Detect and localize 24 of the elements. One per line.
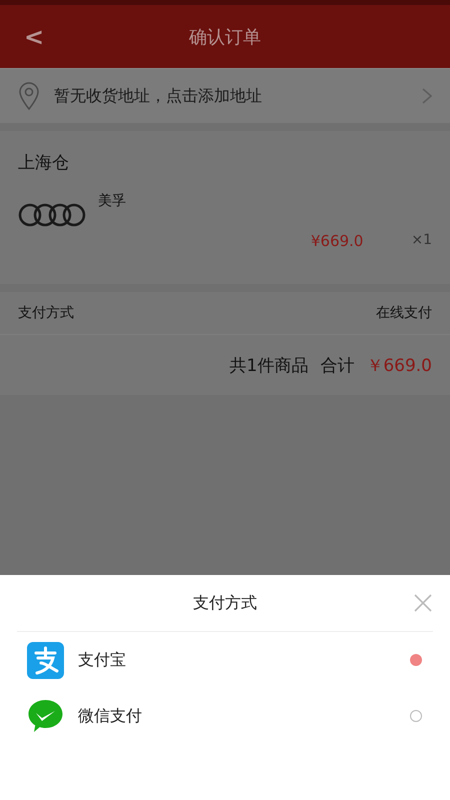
- address-row[interactable]: 暂无收货地址，点击添加地址: [0, 68, 450, 123]
- sheet-title: 支付方式: [193, 592, 257, 614]
- wechat-pay-icon: [27, 698, 64, 734]
- product-price: ¥669.0: [310, 232, 364, 250]
- payment-value: 在线支付: [376, 304, 432, 322]
- warehouse-name: 上海仓: [17, 152, 70, 175]
- product-name: 美孚: [98, 192, 127, 210]
- chevron-right-icon: [422, 88, 432, 104]
- address-text: 暂无收货地址，点击添加地址: [54, 86, 263, 106]
- location-pin-icon: [18, 82, 40, 110]
- product-quantity: ×1: [411, 232, 432, 250]
- radio-indicator[interactable]: [410, 710, 422, 722]
- close-button[interactable]: [413, 593, 433, 613]
- item-count: 共1件商品: [230, 354, 308, 376]
- page-title: 确认订单: [189, 26, 261, 48]
- payment-label: 支付方式: [18, 304, 74, 322]
- alipay-icon: [27, 642, 64, 678]
- total-label: 合计: [320, 354, 354, 376]
- payment-option[interactable]: 微信支付: [0, 688, 450, 744]
- product-rings-icon: [18, 202, 86, 228]
- back-button[interactable]: <: [18, 24, 50, 48]
- payment-option[interactable]: 支付宝: [0, 632, 450, 688]
- radio-indicator[interactable]: [410, 654, 422, 666]
- total-price: ￥669.0: [366, 354, 432, 376]
